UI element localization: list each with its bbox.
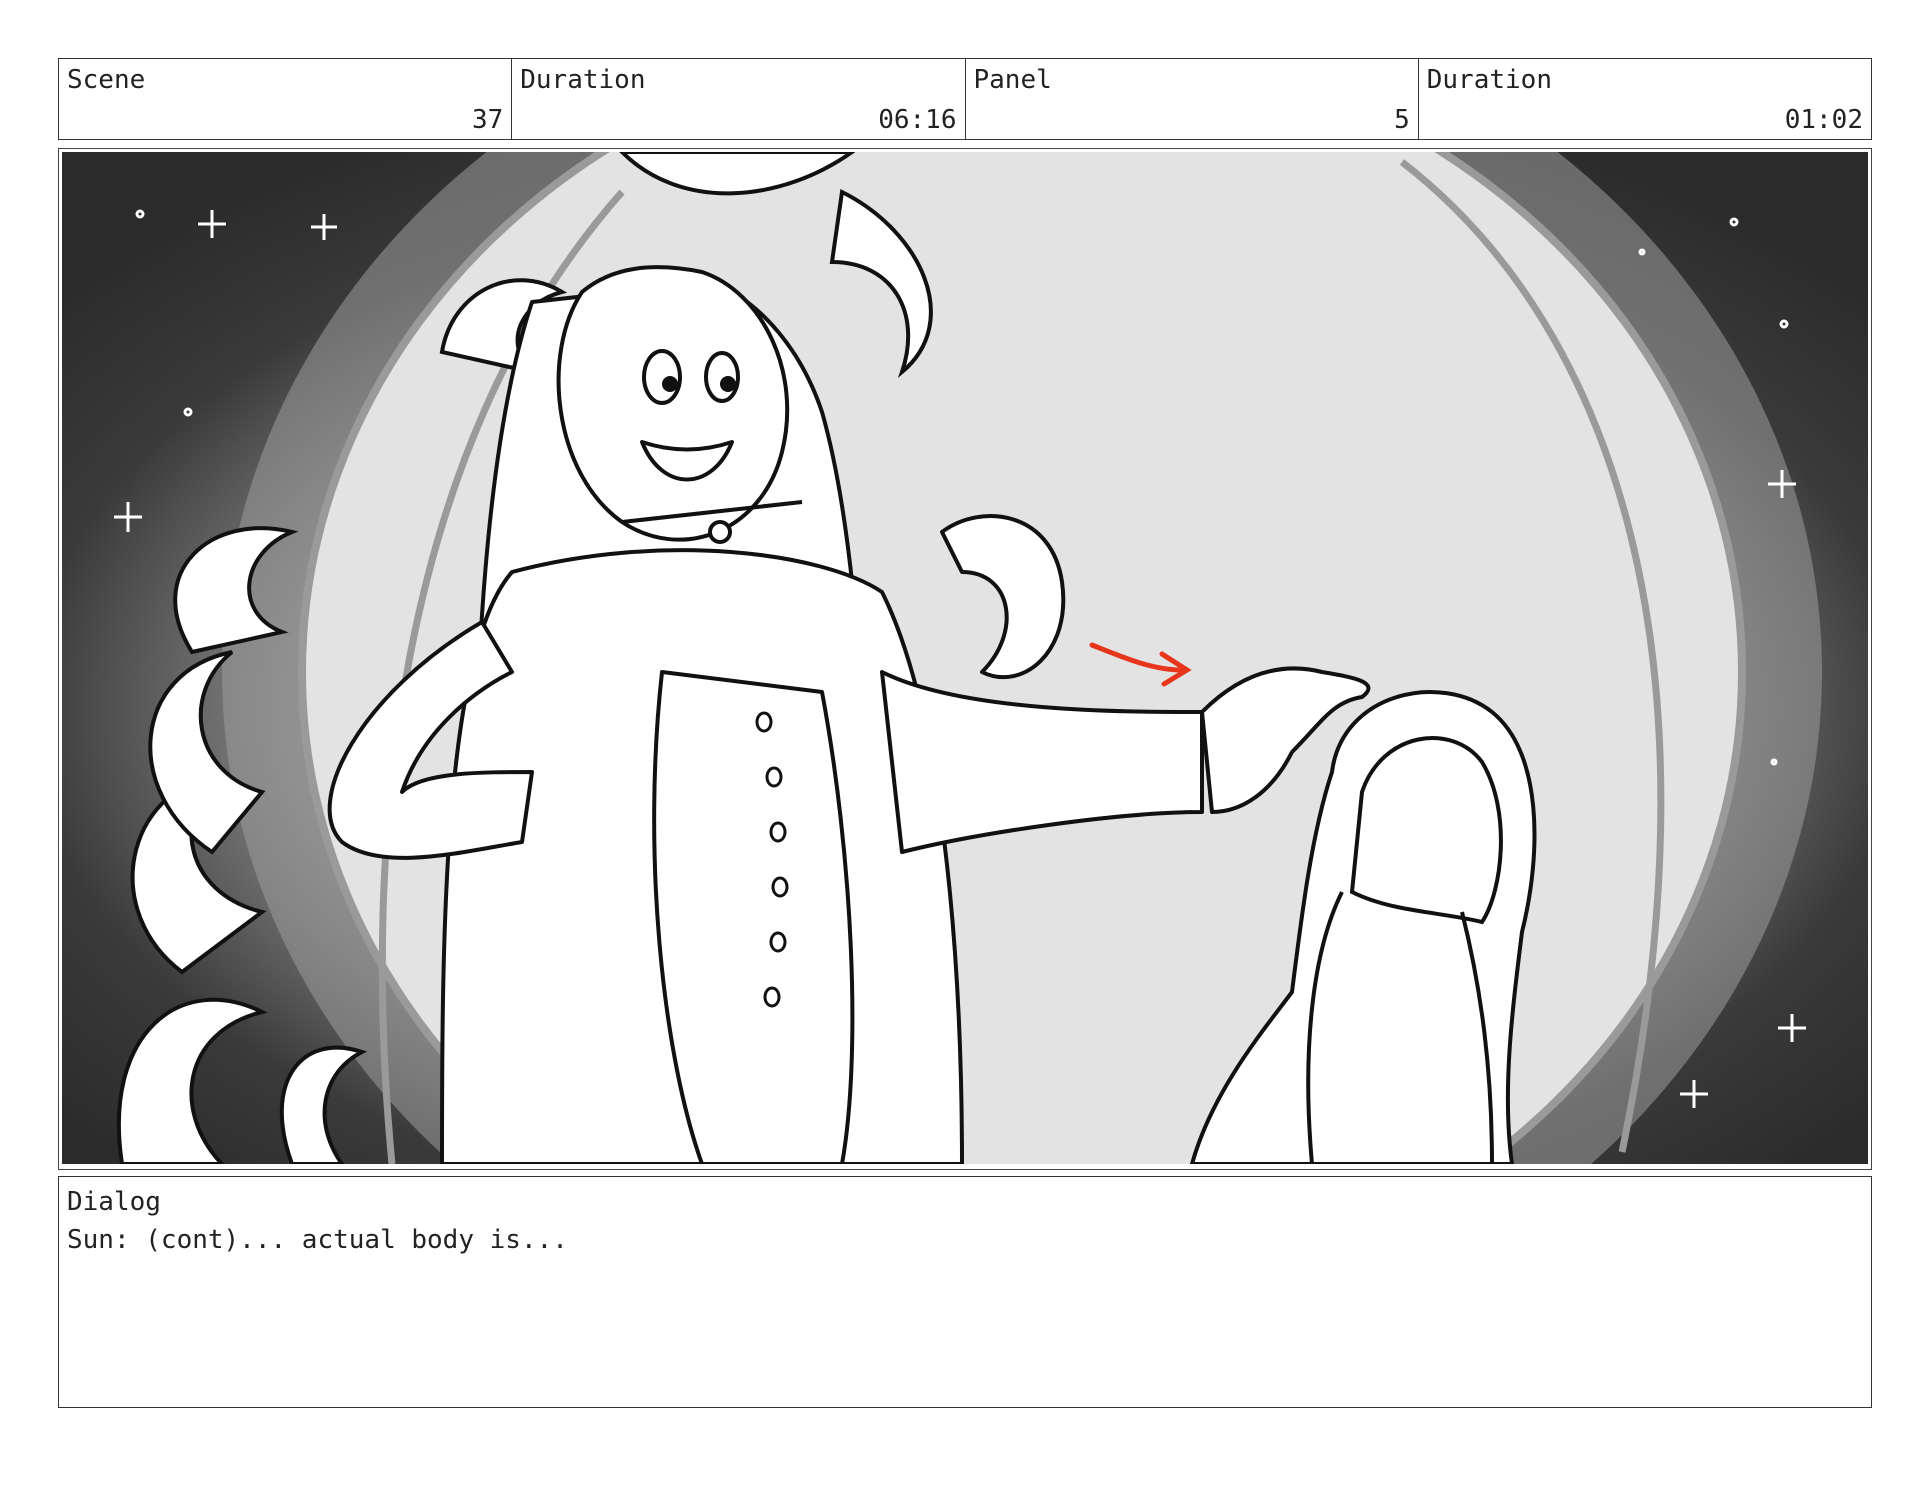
panel-number: 5 [1394, 105, 1410, 135]
panel-artwork [62, 152, 1868, 1164]
dialog-box: Dialog Sun: (cont)... actual body is... [58, 1176, 1872, 1408]
panel-label: Panel [973, 65, 1052, 95]
scene-label: Scene [67, 65, 146, 95]
storyboard-header: Scene 37 Duration 06:16 Panel 5 Duration… [58, 58, 1872, 140]
panel-duration-cell: Duration 01:02 [1419, 59, 1871, 139]
right-eye [704, 351, 740, 403]
scene-duration-label: Duration [520, 65, 646, 95]
scene-cell: Scene 37 [59, 59, 513, 139]
vest [652, 670, 855, 1164]
left-eye [642, 349, 682, 405]
brooch [708, 520, 732, 544]
dialog-label: Dialog [67, 1187, 161, 1217]
dialog-text: Sun: (cont)... actual body is... [67, 1225, 568, 1255]
scene-duration-cell: Duration 06:16 [512, 59, 966, 139]
panel-duration-value: 01:02 [1784, 105, 1863, 135]
panel-cell: Panel 5 [966, 59, 1419, 139]
scene-duration-value: 06:16 [878, 105, 957, 135]
panel-duration-label: Duration [1426, 65, 1552, 95]
scene-number: 37 [471, 105, 504, 135]
